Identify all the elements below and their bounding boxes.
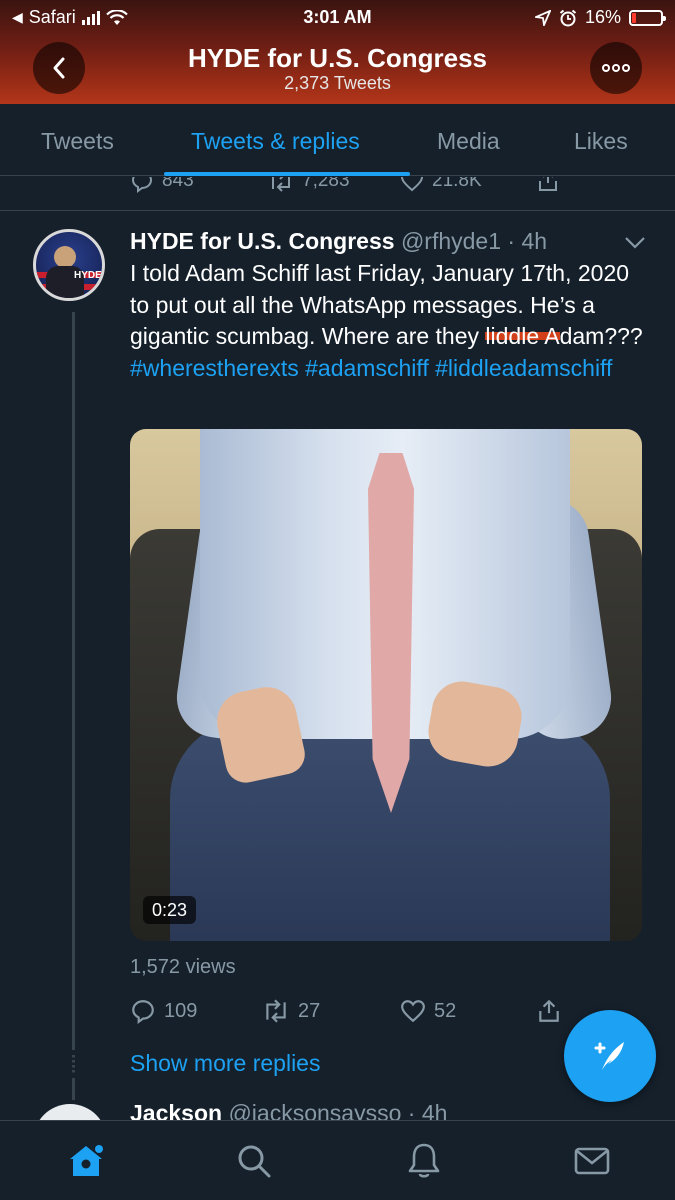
reply-button[interactable]: 109 xyxy=(130,998,197,1024)
reply-header: Jackson @jacksonsaysso · 4h xyxy=(130,1100,447,1120)
heart-icon xyxy=(401,1000,425,1023)
active-tab-indicator xyxy=(164,172,410,176)
heart-icon xyxy=(400,177,424,192)
prev-share-action[interactable] xyxy=(536,177,560,193)
bell-icon xyxy=(408,1143,440,1178)
show-more-replies-link[interactable]: Show more replies xyxy=(130,1050,320,1077)
hashtag-link[interactable]: #wherestherexts xyxy=(130,355,299,381)
location-icon xyxy=(534,9,551,26)
profile-title: HYDE for U.S. Congress xyxy=(187,43,488,73)
reply-icon xyxy=(132,1000,154,1024)
profile-tabs: Tweets Tweets & replies Media Likes xyxy=(0,104,675,176)
retweet-icon xyxy=(272,177,290,192)
nav-search[interactable] xyxy=(232,1139,276,1183)
thread-line xyxy=(72,312,75,1050)
prev-like-action[interactable]: 21.8K xyxy=(400,177,482,193)
retweet-icon xyxy=(266,999,286,1023)
tab-likes[interactable]: Likes xyxy=(574,128,628,155)
tweet-text: I told Adam Schiff last Friday, January … xyxy=(130,258,650,384)
status-bar: ◀ Safari 3:01 AM 16% xyxy=(0,0,675,34)
hashtag-link[interactable]: #liddleadamschiff xyxy=(435,355,612,381)
share-icon xyxy=(539,177,557,191)
prev-retweet-count: 7,283 xyxy=(302,177,350,191)
video-duration: 0:23 xyxy=(143,896,197,924)
tab-media[interactable]: Media xyxy=(437,128,500,155)
like-count: 52 xyxy=(434,999,457,1022)
search-icon xyxy=(238,1145,271,1178)
tweet-divider xyxy=(0,210,675,211)
tweet-text-end: dam??? xyxy=(559,323,643,349)
tab-tweets[interactable]: Tweets xyxy=(41,128,114,155)
tweet-author-handle[interactable]: @rfhyde1 xyxy=(401,228,501,254)
more-options-button[interactable] xyxy=(590,42,642,94)
share-icon xyxy=(539,999,559,1022)
tweet-author-avatar[interactable]: HYDE xyxy=(33,229,105,301)
retweet-count: 27 xyxy=(298,999,321,1022)
hashtag-link[interactable]: #adamschiff xyxy=(305,355,429,381)
like-button[interactable]: 52 xyxy=(400,998,456,1024)
reply-count: 109 xyxy=(164,999,198,1022)
bottom-navigation xyxy=(0,1120,675,1200)
profile-header-banner: ◀ Safari 3:01 AM 16% HYDE for U.S. Congr… xyxy=(0,0,675,104)
battery-percent: 16% xyxy=(584,7,621,27)
reply-time: 4h xyxy=(421,1100,448,1120)
reply-author-handle[interactable]: @jacksonsaysso xyxy=(228,1100,401,1120)
battery-icon xyxy=(629,9,666,26)
alarm-icon xyxy=(559,9,577,26)
tweet-time: 4h xyxy=(521,228,548,254)
tweet-count: 2,373 Tweets xyxy=(284,73,391,93)
mail-icon xyxy=(574,1147,610,1175)
previous-tweet-actions: 843 7,283 21.8K xyxy=(0,177,675,195)
nav-messages[interactable] xyxy=(570,1139,614,1183)
tweet-author-name[interactable]: HYDE for U.S. Congress xyxy=(130,228,395,254)
video-views[interactable]: 1,572 views xyxy=(130,956,236,979)
reply-author-name[interactable]: Jackson xyxy=(130,1100,222,1120)
tweet-text-marked: liddle A xyxy=(485,323,560,349)
compose-feather-icon xyxy=(594,1042,624,1070)
prev-reply-count: 843 xyxy=(162,177,194,191)
retweet-button[interactable]: 27 xyxy=(262,998,320,1024)
nav-home[interactable] xyxy=(64,1139,108,1183)
chevron-down-icon[interactable] xyxy=(624,236,646,250)
tab-tweets-and-replies[interactable]: Tweets & replies xyxy=(191,128,360,155)
prev-retweet-action[interactable]: 7,283 xyxy=(268,177,350,193)
thread-dots xyxy=(72,1055,75,1075)
home-icon xyxy=(70,1145,103,1176)
prev-like-count: 21.8K xyxy=(432,177,482,191)
tweet-video[interactable] xyxy=(130,429,642,941)
avatar-badge-text: HYDE xyxy=(74,270,102,281)
share-button[interactable] xyxy=(536,998,562,1024)
compose-tweet-button[interactable] xyxy=(564,1010,656,1102)
reply-icon xyxy=(131,177,153,193)
nav-notifications[interactable] xyxy=(402,1139,446,1183)
thread-line-lower xyxy=(72,1078,75,1100)
prev-reply-action[interactable]: 843 xyxy=(130,177,194,193)
tweet-header: HYDE for U.S. Congress @rfhyde1 · 4h xyxy=(130,228,548,254)
more-dots-icon xyxy=(602,64,630,72)
